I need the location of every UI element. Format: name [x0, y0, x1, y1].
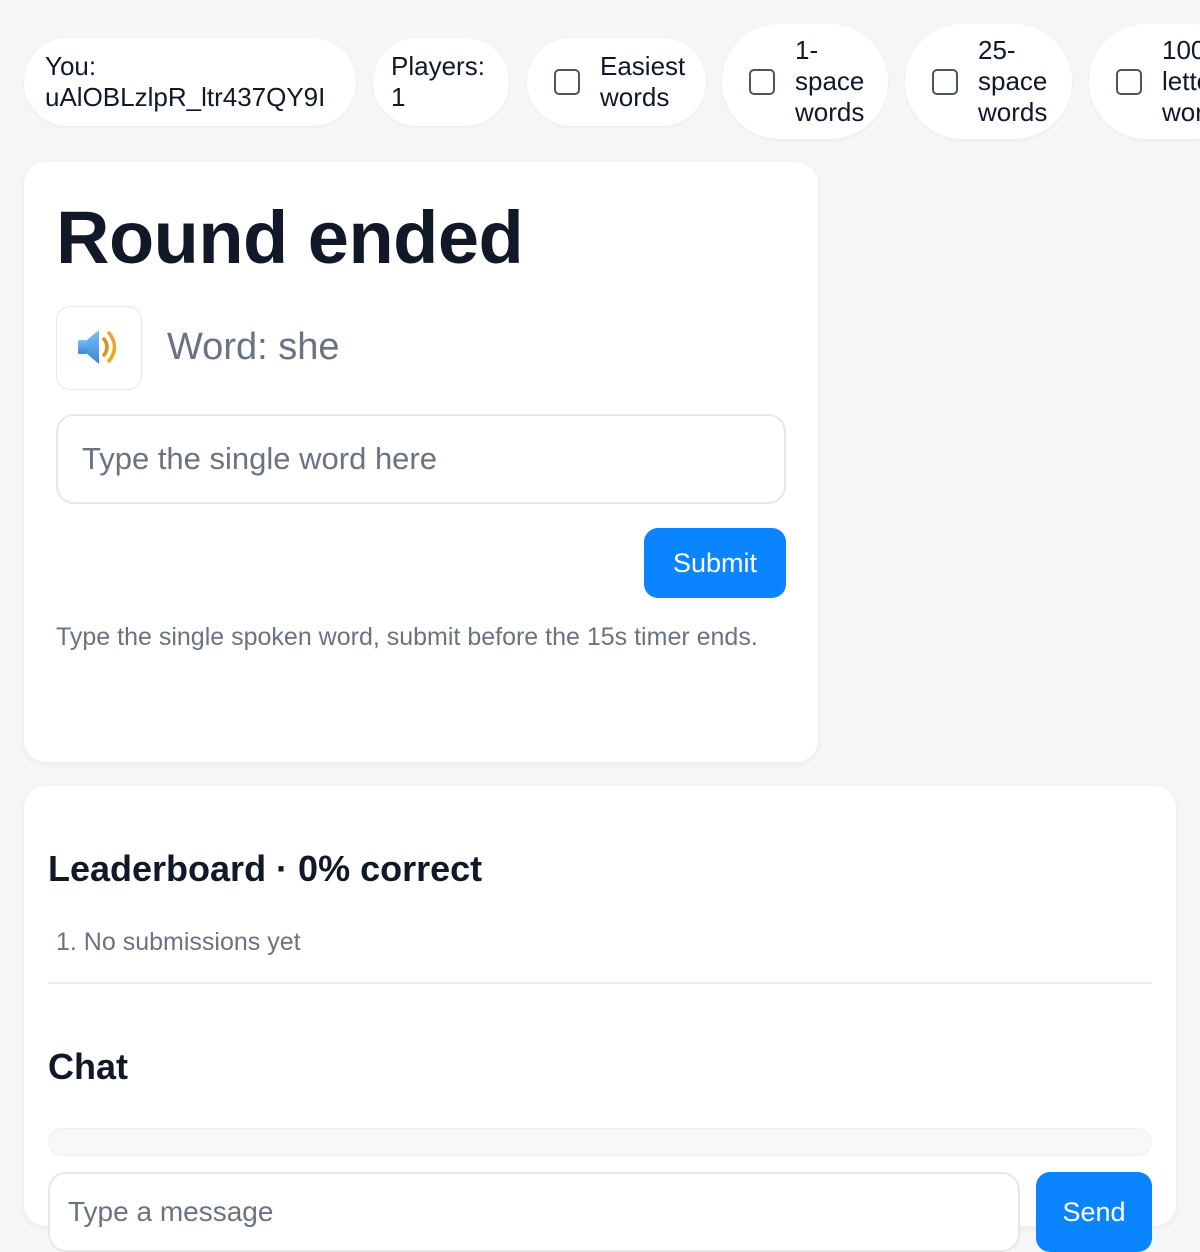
submit-button[interactable]: Submit [644, 528, 786, 598]
100-letter-words-checkbox[interactable] [1116, 68, 1142, 95]
revealed-word: Word: she [167, 326, 340, 368]
filter-25-space-words[interactable]: 25- space words [905, 24, 1072, 139]
chat-messages-area[interactable] [48, 1128, 1152, 1156]
top-status-bar: You: uAlOBLzlpR_ltr437QY9I Players: 1 Ea… [0, 0, 1200, 150]
filter-100-letter-words[interactable]: 100 letter words [1089, 24, 1200, 139]
filter-easiest-words[interactable]: Easiest words [527, 38, 706, 126]
1-space-words-label: 1- space words [795, 35, 865, 127]
player-id-pill: You: uAlOBLzlpR_ltr437QY9I [24, 38, 356, 126]
chat-message-input[interactable] [48, 1172, 1020, 1252]
leaderboard-entry: 1. No submissions yet [56, 928, 301, 956]
speaker-icon [75, 323, 123, 374]
leaderboard-list: 1. No submissions yet [56, 926, 301, 958]
1-space-words-checkbox[interactable] [749, 68, 775, 95]
easiest-words-checkbox[interactable] [554, 69, 580, 95]
player-count-pill: Players: 1 [373, 38, 509, 126]
25-space-words-label: 25- space words [978, 35, 1048, 127]
instructions-text: Type the single spoken word, submit befo… [56, 623, 758, 651]
player-id-text: You: uAlOBLzlpR_ltr437QY9I [45, 51, 326, 112]
chat-send-button[interactable]: Send [1036, 1172, 1152, 1252]
chat-title: Chat [48, 1046, 128, 1087]
play-word-button[interactable] [56, 306, 142, 390]
25-space-words-checkbox[interactable] [932, 68, 958, 95]
player-count-text: Players: 1 [391, 51, 485, 112]
100-letter-words-label: 100 letter words [1162, 35, 1200, 127]
section-divider [48, 982, 1152, 984]
filter-1-space-words[interactable]: 1- space words [722, 24, 888, 139]
leaderboard-title: Leaderboard · 0% correct [48, 848, 483, 889]
easiest-words-label: Easiest words [600, 51, 686, 112]
leaderboard-chat-card: Leaderboard · 0% correct 1. No submissio… [24, 786, 1176, 1252]
word-answer-input[interactable] [56, 414, 786, 504]
game-card: Round ended Word: she Submit Type the si… [24, 162, 818, 762]
round-status-title: Round ended [56, 196, 524, 279]
